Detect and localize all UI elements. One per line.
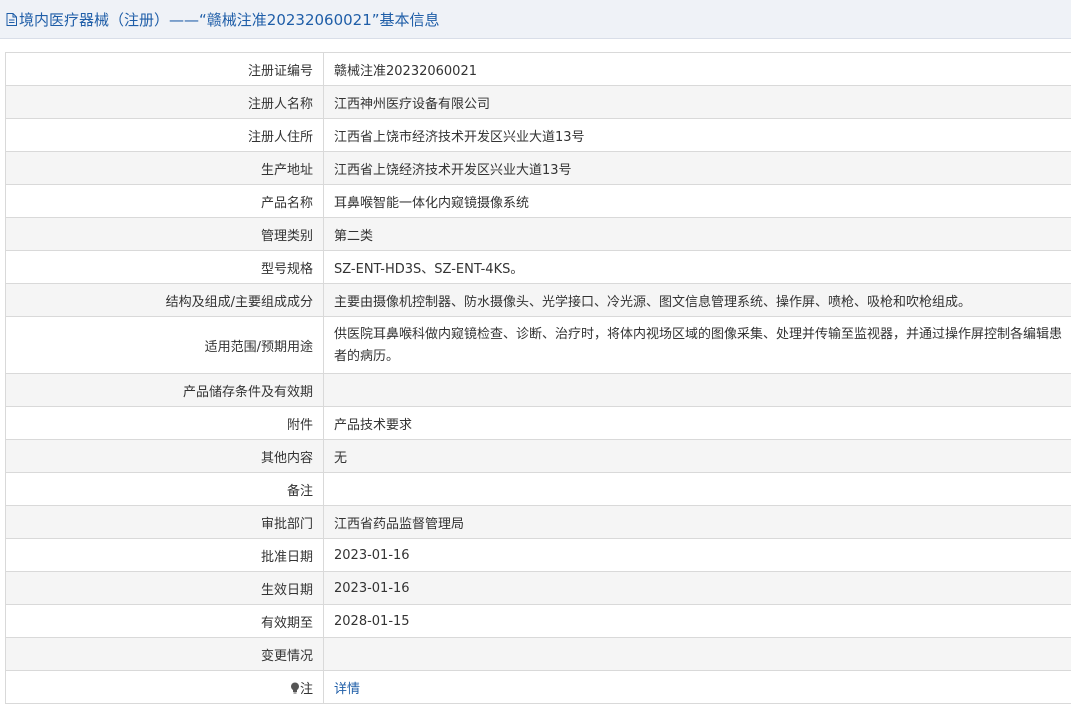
row-value: 第二类	[323, 217, 1071, 251]
page-title-bar: 境内医疗器械（注册）——“赣械注准20232060021”基本信息	[0, 0, 1071, 39]
row-value: 江西神州医疗设备有限公司	[323, 85, 1071, 119]
table-row: 型号规格 SZ-ENT-HD3S、SZ-ENT-4KS。	[5, 250, 1071, 284]
table-row: 批准日期 2023-01-16	[5, 538, 1071, 572]
table-row: 结构及组成/主要组成成分 主要由摄像机控制器、防水摄像头、光学接口、冷光源、图文…	[5, 283, 1071, 317]
row-value: 耳鼻喉智能一体化内窥镜摄像系统	[323, 184, 1071, 218]
table-row: 注册证编号 赣械注准20232060021	[5, 52, 1071, 86]
row-label: 审批部门	[5, 505, 324, 539]
row-label: 其他内容	[5, 439, 324, 473]
row-label: 有效期至	[5, 604, 324, 638]
table-row: 变更情况	[5, 637, 1071, 671]
row-label: 适用范围/预期用途	[5, 316, 324, 374]
row-value: 主要由摄像机控制器、防水摄像头、光学接口、冷光源、图文信息管理系统、操作屏、喷枪…	[323, 283, 1071, 317]
row-label: 结构及组成/主要组成成分	[5, 283, 324, 317]
document-icon	[6, 12, 17, 26]
row-value	[323, 637, 1071, 671]
table-row: 产品储存条件及有效期	[5, 373, 1071, 407]
lightbulb-icon	[290, 682, 299, 693]
row-label-text: 注	[299, 681, 313, 697]
table-row: 注册人住所 江西省上饶市经济技术开发区兴业大道13号	[5, 118, 1071, 152]
row-value: 供医院耳鼻喉科做内窥镜检查、诊断、治疗时，将体内视场区域的图像采集、处理并传输至…	[323, 316, 1071, 374]
details-link[interactable]: 详情	[334, 682, 360, 697]
table-row: 有效期至 2028-01-15	[5, 604, 1071, 638]
row-value	[323, 472, 1071, 506]
row-value: 江西省药品监督管理局	[323, 505, 1071, 539]
row-value: 2023-01-16	[323, 571, 1071, 605]
row-value: 2023-01-16	[323, 538, 1071, 572]
row-value: 赣械注准20232060021	[323, 52, 1071, 86]
row-label: 注册证编号	[5, 52, 324, 86]
table-row: 生效日期 2023-01-16	[5, 571, 1071, 605]
table-row-note: 注 详情	[5, 670, 1071, 704]
row-label: 生效日期	[5, 571, 324, 605]
row-value: 江西省上饶市经济技术开发区兴业大道13号	[323, 118, 1071, 152]
row-value: 产品技术要求	[323, 406, 1071, 440]
table-row: 适用范围/预期用途 供医院耳鼻喉科做内窥镜检查、诊断、治疗时，将体内视场区域的图…	[5, 316, 1071, 374]
table-row: 审批部门 江西省药品监督管理局	[5, 505, 1071, 539]
row-label: 注册人名称	[5, 85, 324, 119]
row-label: 注册人住所	[5, 118, 324, 152]
row-label: 型号规格	[5, 250, 324, 284]
row-value-cell: 详情	[323, 670, 1071, 704]
row-label: 管理类别	[5, 217, 324, 251]
row-label: 生产地址	[5, 151, 324, 185]
table-row: 注册人名称 江西神州医疗设备有限公司	[5, 85, 1071, 119]
device-info-table: 注册证编号 赣械注准20232060021 注册人名称 江西神州医疗设备有限公司…	[5, 52, 1071, 704]
row-value: 江西省上饶经济技术开发区兴业大道13号	[323, 151, 1071, 185]
row-label: 产品储存条件及有效期	[5, 373, 324, 407]
table-row: 生产地址 江西省上饶经济技术开发区兴业大道13号	[5, 151, 1071, 185]
table-row: 产品名称 耳鼻喉智能一体化内窥镜摄像系统	[5, 184, 1071, 218]
table-row: 其他内容 无	[5, 439, 1071, 473]
row-value	[323, 373, 1071, 407]
row-label: 产品名称	[5, 184, 324, 218]
table-row: 备注	[5, 472, 1071, 506]
row-label: 备注	[5, 472, 324, 506]
row-label: 批准日期	[5, 538, 324, 572]
table-row: 管理类别 第二类	[5, 217, 1071, 251]
table-row: 附件 产品技术要求	[5, 406, 1071, 440]
row-label: 变更情况	[5, 637, 324, 671]
row-label-note: 注	[5, 670, 324, 704]
row-label: 附件	[5, 406, 324, 440]
row-value: 2028-01-15	[323, 604, 1071, 638]
row-value: 无	[323, 439, 1071, 473]
page-title: 境内医疗器械（注册）——“赣械注准20232060021”基本信息	[19, 10, 440, 29]
row-value: SZ-ENT-HD3S、SZ-ENT-4KS。	[323, 250, 1071, 284]
